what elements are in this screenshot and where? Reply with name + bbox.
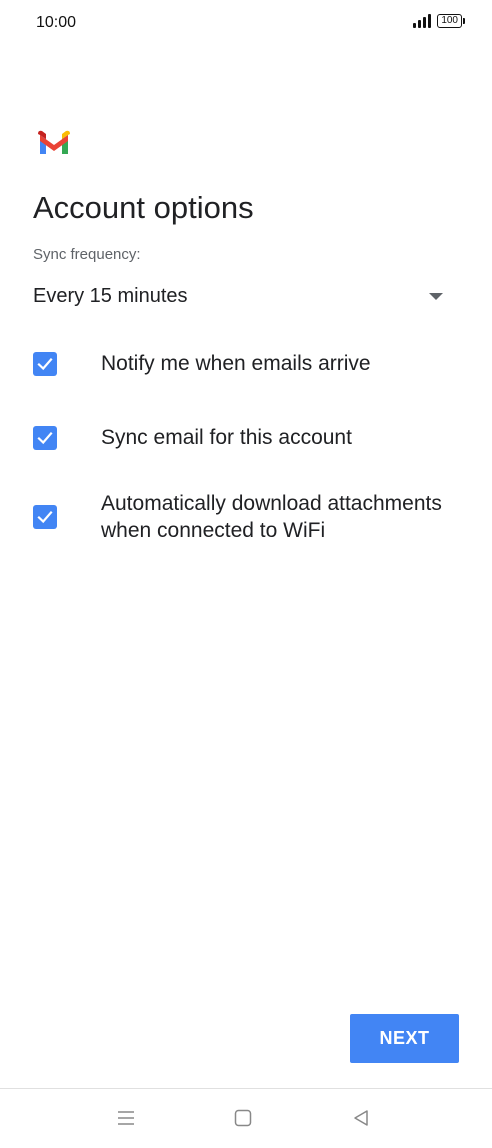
back-icon[interactable] xyxy=(346,1105,376,1131)
option-auto-download[interactable]: Automatically download attachments when … xyxy=(33,490,453,544)
sync-email-checkbox[interactable] xyxy=(33,425,57,450)
gmail-logo xyxy=(38,130,70,154)
checkmark-icon xyxy=(37,431,53,444)
checkmark-icon xyxy=(37,510,53,524)
status-bar: 10:00 100 xyxy=(0,0,492,48)
sync-frequency-label: Sync frequency: xyxy=(33,246,141,263)
auto-download-label: Automatically download attachments when … xyxy=(101,492,442,542)
status-indicators: 100 xyxy=(413,14,465,28)
option-sync-email[interactable]: Sync email for this account xyxy=(33,424,453,451)
sync-frequency-value: Every 15 minutes xyxy=(33,284,188,307)
notify-label: Notify me when emails arrive xyxy=(101,352,371,375)
auto-download-checkbox[interactable] xyxy=(33,505,57,529)
sync-frequency-dropdown[interactable]: Every 15 minutes xyxy=(33,280,451,312)
menu-icon[interactable] xyxy=(111,1105,141,1131)
checkmark-icon xyxy=(37,357,53,370)
notify-checkbox[interactable] xyxy=(33,351,57,376)
dropdown-arrow-icon xyxy=(429,292,443,300)
sync-email-label: Sync email for this account xyxy=(101,426,352,449)
next-button[interactable]: NEXT xyxy=(350,1014,459,1063)
status-time: 10:00 xyxy=(36,14,77,31)
home-icon[interactable] xyxy=(228,1105,258,1131)
option-notify-emails[interactable]: Notify me when emails arrive xyxy=(33,350,453,377)
signal-icon xyxy=(413,14,432,28)
system-nav-bar xyxy=(0,1089,492,1148)
battery-icon: 100 xyxy=(437,14,465,28)
page-title: Account options xyxy=(33,190,254,225)
